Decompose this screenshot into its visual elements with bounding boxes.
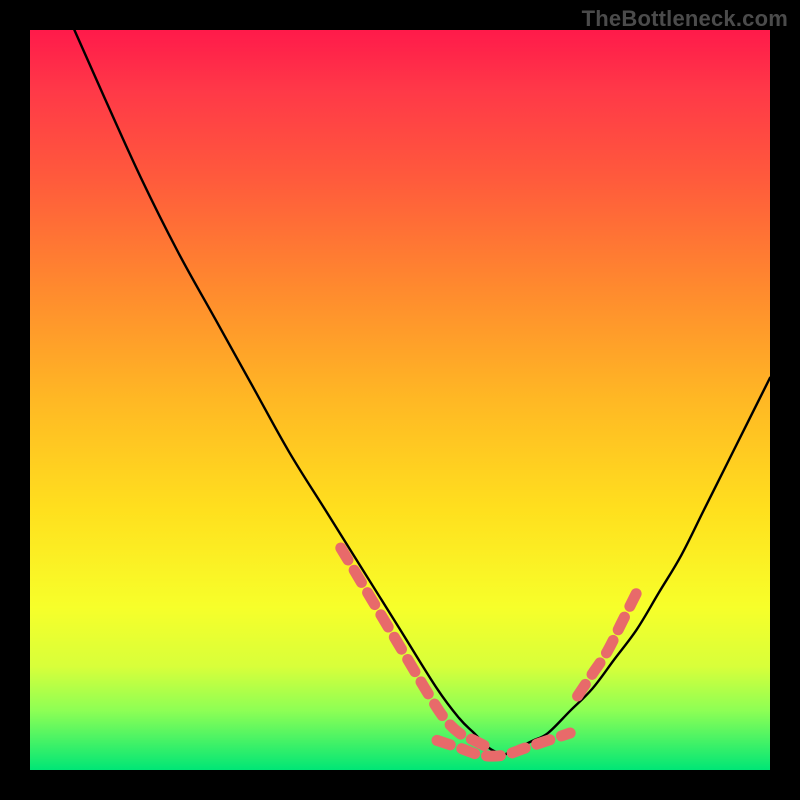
chart-svg [30, 30, 770, 770]
watermark-text: TheBottleneck.com [582, 6, 788, 32]
chart-frame: TheBottleneck.com [0, 0, 800, 800]
plot-area [30, 30, 770, 770]
